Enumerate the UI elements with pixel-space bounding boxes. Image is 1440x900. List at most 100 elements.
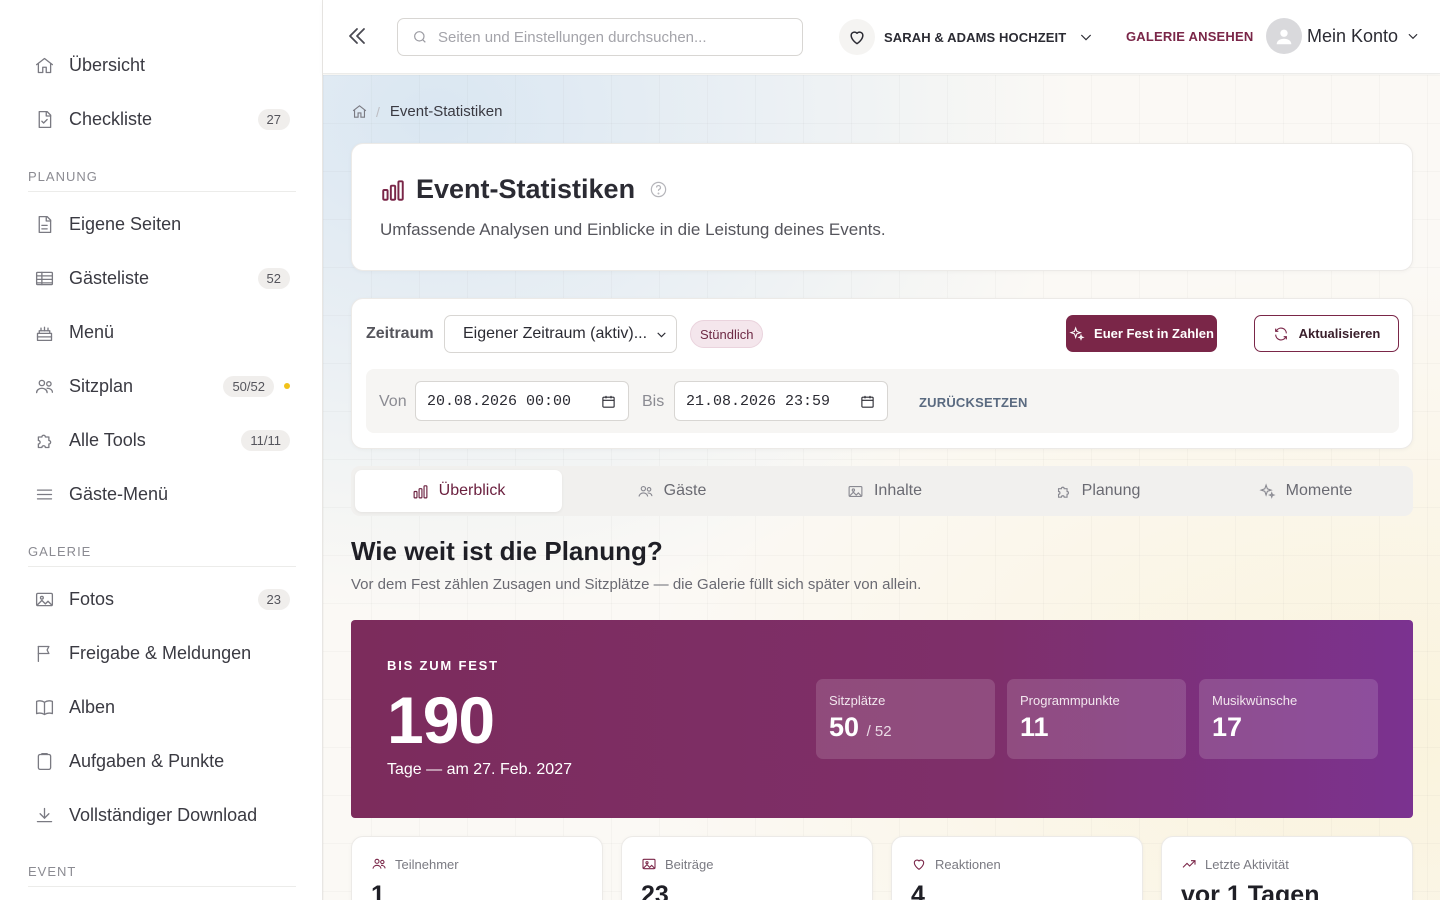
tab-gaeste[interactable]: Gäste — [568, 470, 775, 512]
stat-value: 11 — [1020, 712, 1049, 742]
to-date-input[interactable]: 21.08.2026 23:59 — [674, 381, 888, 421]
page-subtitle: Umfassende Analysen und Einblicke in die… — [380, 220, 886, 239]
tab-label: Inhalte — [873, 482, 923, 499]
tab-ueberblick[interactable]: Überblick — [355, 470, 562, 512]
sparkles-icon — [1069, 325, 1085, 341]
heart-icon — [913, 859, 925, 870]
kpi-value: 4 — [911, 881, 925, 900]
days-remaining: 190 — [387, 683, 495, 757]
tab-momente[interactable]: Momente — [1202, 470, 1409, 512]
kpi-teilnehmer: Teilnehmer 1 — [351, 836, 603, 900]
search-icon — [414, 31, 426, 43]
home-icon[interactable] — [351, 103, 368, 120]
sidebar-item-freigabe[interactable]: Freigabe & Meldungen — [28, 633, 296, 673]
top-bar: SARAH & ADAMS HOCHZEIT GALERIE ANSEHEN M… — [323, 0, 1440, 74]
image-icon — [848, 485, 863, 497]
countdown-kicker: BIS ZUM FEST — [387, 658, 499, 673]
sparkles-icon — [1259, 482, 1276, 499]
from-date-value: 20.08.2026 00:00 — [427, 392, 572, 410]
refresh-icon — [1274, 327, 1287, 340]
section-heading-galerie: GALERIE — [28, 544, 296, 567]
tab-label: Planung — [1081, 482, 1141, 499]
sidebar-item-label: Alben — [69, 696, 116, 717]
flag-icon — [33, 642, 55, 664]
sidebar-item-aufgaben[interactable]: Aufgaben & Punkte — [28, 741, 296, 781]
sidebar-item-label: Übersicht — [69, 54, 146, 75]
count-badge: 11/11 — [241, 429, 290, 451]
users-icon — [372, 858, 386, 869]
stats-tabs: Überblick Gäste Inhalte Planung Momente — [351, 466, 1413, 516]
breadcrumb-current: Event-Statistiken — [389, 103, 503, 120]
users-icon — [33, 375, 55, 397]
sidebar-item-fotos[interactable]: Fotos 23 — [28, 579, 296, 619]
puzzle-icon — [33, 429, 55, 451]
sidebar-item-label: Menü — [69, 321, 115, 342]
cake-icon — [33, 321, 55, 343]
section-title: Wie weit ist die Planung? — [351, 536, 663, 566]
event-in-numbers-button[interactable]: Euer Fest in Zahlen — [1066, 315, 1217, 352]
collapse-sidebar-button[interactable] — [345, 24, 369, 48]
main-content: / Event-Statistiken Event-Statistiken Um… — [323, 75, 1440, 900]
calendar-icon[interactable] — [601, 394, 616, 409]
sidebar-item-gaeste-menue[interactable]: Gäste-Menü — [28, 474, 296, 514]
tab-inhalte[interactable]: Inhalte — [781, 470, 988, 512]
stat-value: 17 — [1212, 712, 1243, 742]
view-gallery-link[interactable]: GALERIE ANSEHEN — [1126, 29, 1253, 44]
sidebar-item-label: Gästeliste — [69, 267, 150, 288]
zeitraum-select[interactable]: Eigener Zeitraum (aktiv)... — [444, 315, 677, 353]
chevron-down-icon — [1408, 33, 1418, 40]
help-icon[interactable] — [649, 180, 668, 199]
sidebar-item-uebersicht[interactable]: Übersicht — [28, 45, 296, 85]
kpi-label: Reaktionen — [935, 856, 1001, 872]
users-icon — [638, 485, 653, 497]
count-badge: 52 — [257, 267, 290, 289]
checklist-icon — [33, 108, 55, 130]
stat-label: Programmpunkte — [1020, 693, 1120, 708]
sidebar-item-label: Freigabe & Meldungen — [69, 642, 252, 663]
refresh-button[interactable]: Aktualisieren — [1254, 315, 1399, 352]
sidebar-item-menue[interactable]: Menü — [28, 312, 296, 352]
stat-total: / 52 — [866, 723, 892, 740]
tab-planung[interactable]: Planung — [994, 470, 1201, 512]
from-date-input[interactable]: 20.08.2026 00:00 — [415, 381, 629, 421]
zeitraum-value: Eigener Zeitraum (aktiv)... — [463, 325, 648, 342]
sidebar-item-alle-tools[interactable]: Alle Tools 11/11 — [28, 420, 296, 460]
kpi-label: Beiträge — [665, 856, 714, 872]
date-range-row: Von 20.08.2026 00:00 Bis 21.08.2026 23:5… — [366, 369, 1399, 433]
page-icon — [33, 213, 55, 235]
tab-label: Momente — [1285, 482, 1353, 499]
event-switcher[interactable]: SARAH & ADAMS HOCHZEIT — [839, 18, 1094, 56]
stat-sitzplaetze: Sitzplätze 50 / 52 — [816, 679, 995, 759]
interval-badge: Stündlich — [690, 320, 764, 348]
sidebar-item-checkliste[interactable]: Checkliste 27 — [28, 99, 296, 139]
sidebar-item-label: Gäste-Menü — [69, 483, 169, 504]
section-heading-event: EVENT — [28, 864, 296, 887]
filter-card: Zeitraum Eigener Zeitraum (aktiv)... Stü… — [351, 298, 1413, 449]
stat-value: 50 / 52 — [829, 712, 892, 743]
kpi-value: vor 1 Tagen — [1181, 881, 1320, 900]
sidebar-item-download[interactable]: Vollständiger Download — [28, 795, 296, 835]
menu-icon — [33, 483, 55, 505]
sidebar-item-gaesteliste[interactable]: Gästeliste 52 — [28, 258, 296, 298]
page-header-card: Event-Statistiken Umfassende Analysen un… — [351, 143, 1413, 271]
search-input[interactable] — [438, 28, 778, 46]
calendar-icon[interactable] — [860, 394, 875, 409]
download-icon — [33, 804, 55, 826]
sidebar-item-label: Vollständiger Download — [69, 804, 258, 825]
search-box[interactable] — [397, 18, 803, 56]
breadcrumb-separator: / — [376, 103, 380, 120]
bar-chart-icon — [413, 484, 428, 498]
account-menu[interactable]: Mein Konto — [1266, 18, 1420, 54]
countdown-banner: BIS ZUM FEST 190 Tage — am 27. Feb. 2027… — [351, 620, 1413, 818]
reset-link[interactable]: ZURÜCKSETZEN — [919, 395, 1028, 410]
kpi-value: 23 — [641, 881, 669, 900]
to-label: Bis — [642, 393, 665, 410]
book-icon — [33, 696, 55, 718]
avatar — [1266, 18, 1302, 54]
sidebar-item-alben[interactable]: Alben — [28, 687, 296, 727]
button-label: Aktualisieren — [1298, 326, 1381, 341]
page-title: Event-Statistiken — [416, 174, 636, 204]
kpi-reaktionen: Reaktionen 4 — [891, 836, 1143, 900]
sidebar-item-eigene-seiten[interactable]: Eigene Seiten — [28, 204, 296, 244]
sidebar-item-sitzplan[interactable]: Sitzplan 50/52 — [28, 366, 296, 406]
